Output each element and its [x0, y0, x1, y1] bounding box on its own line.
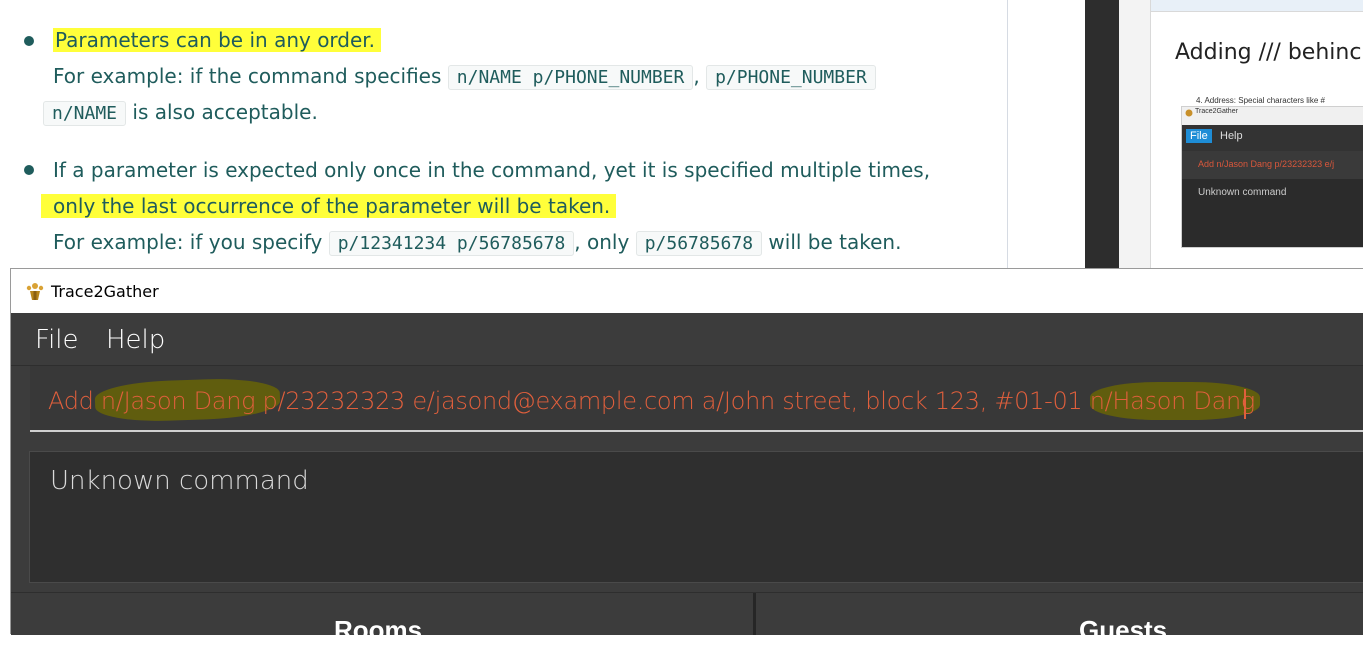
background-window-edge: [1085, 0, 1119, 268]
trace2gather-logo-icon: [1185, 109, 1193, 117]
mini-menu-file: File: [1186, 129, 1212, 143]
doc-line: Parameters can be in any order.: [53, 24, 382, 56]
result-display: Unknown command: [29, 451, 1363, 583]
highlighted-text: Parameters can be in any order.: [53, 28, 382, 52]
doc-line: If a parameter is expected only once in …: [53, 154, 930, 186]
code-snippet: n/NAME: [43, 101, 127, 126]
menubar: File Help: [11, 313, 1363, 366]
result-text: Unknown command: [50, 466, 309, 496]
doc-text: , only: [574, 230, 630, 254]
mini-menubar: File Help: [1182, 125, 1363, 151]
menu-help[interactable]: Help: [106, 325, 165, 355]
trace2gather-logo-icon: [26, 283, 44, 300]
code-snippet: p/12341234 p/56785678: [328, 231, 575, 256]
mini-command-box: Add n/Jason Dang p/23232323 e/j: [1182, 151, 1363, 179]
screenshot-caption: 4. Address: Special characters like #: [1196, 96, 1325, 105]
window-titlebar[interactable]: Trace2Gather: [11, 269, 1363, 313]
menu-file[interactable]: File: [35, 325, 79, 355]
command-input[interactable]: Add n/Jason Dang p/23232323 e/jasond@exa…: [30, 366, 1363, 432]
embedded-screenshot: 4. Address: Special characters like # Tr…: [1181, 96, 1363, 248]
command-input-underline: [30, 430, 1363, 432]
mini-command-text: Add n/Jason Dang p/23232323 e/j: [1198, 159, 1335, 169]
bullet-dot: [24, 165, 34, 175]
app-window: Trace2Gather File Help Add n/Jason Dang …: [10, 268, 1363, 645]
doc-line: only the last occurrence of the paramete…: [41, 190, 617, 222]
guests-panel-title: Guests: [1079, 615, 1168, 645]
mini-result-box: Unknown command: [1182, 179, 1363, 247]
code-snippet: p/PHONE_NUMBER: [706, 65, 876, 90]
text-caret: [1244, 389, 1246, 419]
code-snippet: p/56785678: [635, 231, 763, 256]
doc-text: will be taken.: [768, 230, 902, 254]
mini-window-title: Trace2Gather: [1195, 108, 1238, 115]
mini-menu-help: Help: [1220, 130, 1243, 142]
doc-line: For example: if you specify p/12341234 p…: [53, 226, 901, 260]
section-heading: Adding /// behinc: [1175, 40, 1362, 65]
highlighted-text: only the last occurrence of the paramete…: [41, 194, 617, 218]
page-top-band: [1151, 0, 1363, 12]
mini-result-text: Unknown command: [1198, 187, 1287, 198]
command-input-text: Add n/Jason Dang p/23232323 e/jasond@exa…: [48, 387, 1256, 415]
secondary-doc-window: Adding /// behinc 4. Address: Special ch…: [1119, 0, 1363, 268]
panel-divider[interactable]: [753, 593, 756, 635]
rooms-panel-title: Rooms: [334, 615, 423, 645]
doc-line: For example: if the command specifies n/…: [53, 60, 876, 94]
doc-text: is also acceptable.: [132, 100, 318, 124]
code-snippet: n/NAME p/PHONE_NUMBER: [447, 65, 694, 90]
doc-text: For example: if you specify: [53, 230, 323, 254]
doc-text: If a parameter is expected only once in …: [53, 158, 931, 182]
doc-text: ,: [693, 64, 700, 88]
panels-header: Rooms Guests: [11, 592, 1363, 645]
doc-text: For example: if the command specifies: [53, 64, 442, 88]
doc-line: n/NAME is also acceptable.: [43, 96, 318, 130]
bullet-dot: [24, 36, 34, 46]
window-title: Trace2Gather: [51, 282, 159, 301]
user-guide-page: Parameters can be in any order. For exam…: [0, 0, 1008, 268]
mini-app-window: Trace2Gather File Help Add n/Jason Dang …: [1181, 106, 1363, 248]
